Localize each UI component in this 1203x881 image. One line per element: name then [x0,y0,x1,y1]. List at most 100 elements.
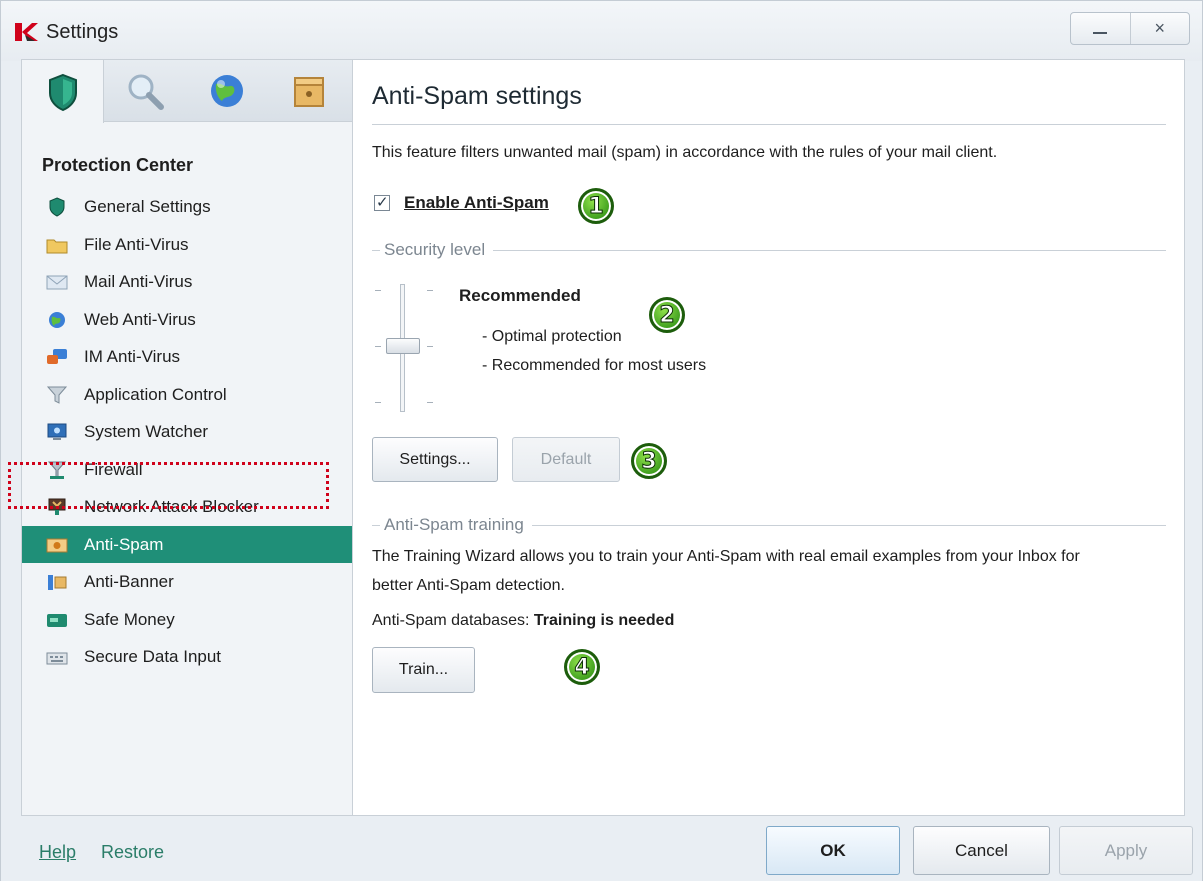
sidebar-item-system-watcher[interactable]: System Watcher [22,413,352,451]
network-icon [48,498,66,515]
anti-spam-training-label: Anti-Spam training [384,515,524,534]
sidebar-item-label: Anti-Banner [84,572,174,591]
sidebar-item-application-control[interactable]: Application Control [22,376,352,414]
envelope-icon [46,275,68,290]
close-icon: × [1154,18,1165,38]
minimize-button[interactable] [1071,13,1130,44]
sidebar-item-label: Safe Money [84,609,175,629]
sidebar-item-label: Anti-Spam [84,534,164,554]
shield-icon [48,73,77,111]
sidebar-item-im-anti-virus[interactable]: IM Anti-Virus [22,338,352,376]
sidebar-item-label: Network Attack Blocker [84,497,259,516]
tab-scan[interactable] [104,60,186,122]
slider-tick [427,402,433,403]
monitor-icon [47,423,67,440]
sidebar-item-general-settings[interactable]: General Settings [22,188,352,226]
training-description: The Training Wizard allows you to train … [372,548,1080,565]
ok-button[interactable]: OK [766,826,900,875]
tab-update[interactable] [186,60,268,122]
callout-2: 2 [649,297,685,333]
divider [372,249,380,251]
shield-icon [49,197,65,217]
chat-icon [47,349,67,364]
sidebar-item-label: General Settings [84,197,211,216]
slider-tick [375,346,381,347]
callout-3: 3 [631,443,667,479]
divider [531,524,1166,526]
firewall-icon [47,461,67,479]
sidebar-item-anti-spam[interactable]: Anti-Spam [22,525,352,563]
banner-icon [48,575,67,590]
sidebar-item-label: System Watcher [84,422,209,441]
title-bar: Settings × [1,1,1202,61]
enable-anti-spam-label[interactable]: Enable Anti-Spam [404,193,549,213]
category-tabs [22,60,352,123]
help-link[interactable]: Help [39,842,76,863]
apply-button[interactable]: Apply [1059,826,1193,875]
training-description: better Anti-Spam detection. [372,577,565,594]
divider [493,249,1166,251]
sidebar-item-label: Mail Anti-Virus [84,272,193,291]
security-level-detail: - Recommended for most users [482,357,707,374]
sidebar-item-firewall[interactable]: Firewall [22,451,352,489]
title-divider [372,124,1166,125]
sidebar-item-label: Application Control [84,384,227,404]
callout-1: 1 [578,188,614,224]
train-button[interactable]: Train... [372,647,475,693]
close-button[interactable]: × [1129,13,1190,44]
slider-tick [427,346,433,347]
keyboard-icon [46,652,68,665]
sidebar-item-mail-anti-virus[interactable]: Mail Anti-Virus [22,263,352,301]
sidebar-item-label: Firewall [84,459,143,479]
spam-icon [46,538,68,552]
tab-protection[interactable] [22,60,104,123]
divider [372,524,380,526]
settings-button[interactable]: Settings... [372,437,498,482]
sidebar-item-network-attack-blocker[interactable]: Network Attack Blocker [22,488,352,526]
sidebar-item-label: IM Anti-Virus [84,347,181,366]
sidebar-item-label: Secure Data Input [84,647,222,666]
security-level-header: Security level [372,240,1166,260]
slider-thumb[interactable] [386,338,420,354]
anti-spam-training-header: Anti-Spam training [372,515,1166,535]
security-level-detail: - Optimal protection [482,328,622,345]
security-level-slider[interactable] [375,282,433,412]
globe-icon [49,311,65,328]
sidebar-item-safe-money[interactable]: Safe Money [22,601,352,639]
restore-link[interactable]: Restore [101,842,164,863]
callout-4: 4 [564,649,600,685]
settings-window: Settings × Protection Center General Set… [0,0,1203,881]
left-panel: Protection Center General Settings File … [21,59,353,816]
magnifier-icon [128,74,164,110]
slider-tick [375,290,381,291]
folder-icon [46,239,68,253]
sidebar-item-anti-banner[interactable]: Anti-Banner [22,563,352,601]
sidebar-item-secure-data-input[interactable]: Secure Data Input [22,638,352,676]
globe-icon [211,75,243,107]
tab-advanced[interactable] [268,60,350,122]
minimize-icon [1093,31,1108,34]
security-level-name: Recommended [459,286,581,305]
sidebar-item-label: Web Anti-Virus [84,309,196,329]
slider-tick [375,402,381,403]
sidebar-item-file-anti-virus[interactable]: File Anti-Virus [22,226,352,264]
databases-status-value: Training is needed [533,612,675,629]
cancel-button[interactable]: Cancel [913,826,1050,875]
enable-anti-spam-checkbox[interactable]: Enable Anti-Spam [374,193,549,213]
kaspersky-logo-icon [15,23,38,41]
slider-tick [427,290,433,291]
box-icon [294,77,324,107]
section-title: Protection Center [42,155,194,175]
dialog-footer: Help Restore OK Cancel Apply [1,816,1202,881]
money-icon [47,613,67,627]
databases-label: Anti-Spam databases: [372,612,530,629]
databases-status: Anti-Spam databases: Training is needed [372,612,674,630]
sidebar-item-label: File Anti-Virus [84,234,189,254]
page-title: Anti-Spam settings [372,82,582,110]
window-controls: × [1070,12,1190,45]
feature-description: This feature filters unwanted mail (spam… [372,144,998,161]
checkbox-checked-icon[interactable] [374,193,390,211]
sidebar-item-web-anti-virus[interactable]: Web Anti-Virus [22,301,352,339]
funnel-icon [46,386,68,404]
default-button[interactable]: Default [512,437,620,482]
